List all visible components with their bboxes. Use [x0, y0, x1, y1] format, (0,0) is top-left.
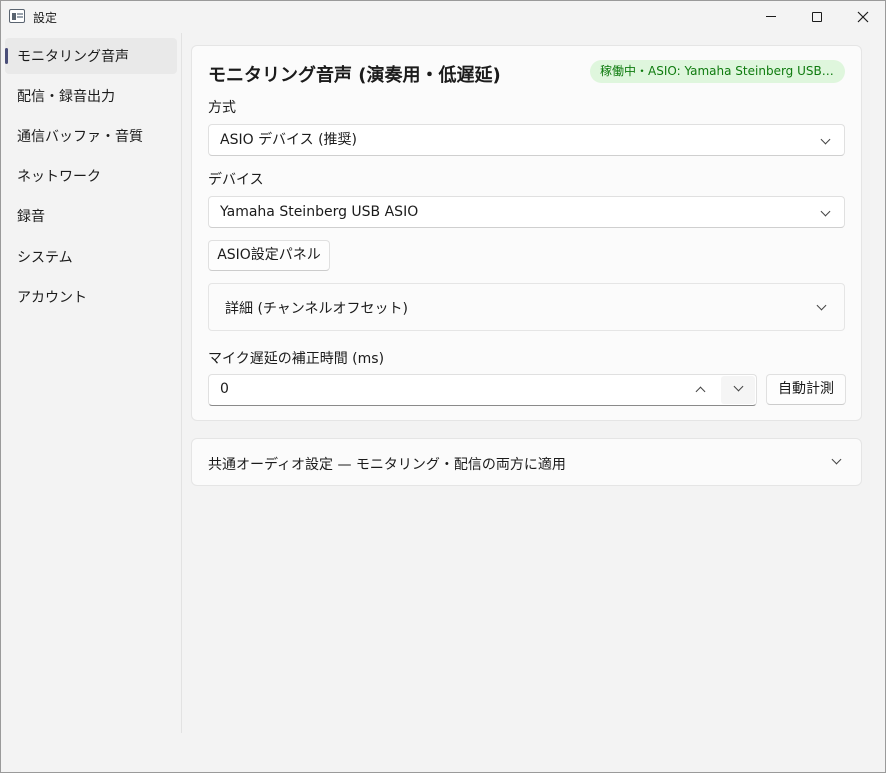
selection-indicator	[5, 48, 8, 64]
sidebar-item-account[interactable]: アカウント	[5, 279, 177, 315]
sidebar-item-monitoring[interactable]: モニタリング音声	[5, 38, 177, 74]
sidebar-item-system[interactable]: システム	[5, 239, 177, 275]
mode-select[interactable]: ASIO デバイス (推奨)	[208, 124, 845, 156]
decrement-button[interactable]	[721, 376, 755, 404]
device-select-value: Yamaha Steinberg USB ASIO	[220, 204, 419, 220]
sidebar-item-network[interactable]: ネットワーク	[5, 158, 177, 194]
chevron-up-icon	[695, 386, 706, 397]
common-audio-expander[interactable]: 共通オーディオ設定 — モニタリング・配信の両方に適用	[191, 438, 862, 486]
settings-window: 設定 モニタリング音声 配信・録音出力 通信バッファ・音質 ネットワーク 録音	[0, 0, 886, 773]
mic-delay-value: 0	[220, 381, 229, 397]
sidebar-item-label: ネットワーク	[17, 169, 101, 185]
sidebar-item-buffer[interactable]: 通信バッファ・音質	[5, 118, 177, 154]
mic-delay-number-box[interactable]: 0	[208, 374, 757, 406]
sidebar-item-label: 録音	[17, 209, 45, 225]
sidebar-item-label: 通信バッファ・音質	[17, 129, 143, 145]
minimize-icon	[766, 16, 776, 17]
chevron-down-icon	[831, 454, 842, 465]
sidebar-item-label: モニタリング音声	[17, 49, 129, 65]
auto-measure-button[interactable]: 自動計測	[766, 374, 846, 405]
maximize-button[interactable]	[794, 1, 840, 32]
chevron-down-icon	[820, 134, 831, 145]
app-icon	[9, 9, 25, 23]
details-expander[interactable]: 詳細 (チャンネルオフセット)	[208, 283, 845, 331]
sidebar-item-recording[interactable]: 録音	[5, 198, 177, 234]
close-icon	[857, 11, 869, 22]
details-expander-label: 詳細 (チャンネルオフセット)	[225, 301, 408, 317]
device-label: デバイス	[208, 172, 264, 188]
sidebar: モニタリング音声 配信・録音出力 通信バッファ・音質 ネットワーク 録音 システ…	[1, 33, 182, 733]
maximize-icon	[812, 11, 822, 22]
device-select[interactable]: Yamaha Steinberg USB ASIO	[208, 196, 845, 228]
minimize-button[interactable]	[748, 1, 794, 32]
monitoring-card: モニタリング音声 (演奏用・低遅延) 稼働中・ASIO: Yamaha Stei…	[191, 45, 862, 421]
sidebar-item-output[interactable]: 配信・録音出力	[5, 78, 177, 114]
sidebar-item-label: 配信・録音出力	[17, 89, 115, 105]
status-badge: 稼働中・ASIO: Yamaha Steinberg USB ASIO	[590, 60, 845, 83]
window-title: 設定	[33, 11, 58, 25]
increment-button[interactable]	[683, 376, 717, 404]
asio-panel-button[interactable]: ASIO設定パネル	[208, 240, 330, 271]
title-bar[interactable]: 設定	[1, 1, 885, 32]
common-audio-expander-label: 共通オーディオ設定 — モニタリング・配信の両方に適用	[208, 457, 566, 473]
sidebar-item-label: アカウント	[17, 290, 87, 306]
chevron-down-icon	[733, 381, 744, 392]
mic-delay-label: マイク遅延の補正時間 (ms)	[208, 351, 385, 367]
close-button[interactable]	[840, 1, 885, 32]
section-title: モニタリング音声 (演奏用・低遅延)	[208, 65, 501, 86]
chevron-down-icon	[816, 300, 827, 311]
mode-select-value: ASIO デバイス (推奨)	[220, 132, 358, 148]
sidebar-item-label: システム	[17, 250, 73, 266]
mode-label: 方式	[208, 100, 236, 116]
chevron-down-icon	[820, 206, 831, 217]
